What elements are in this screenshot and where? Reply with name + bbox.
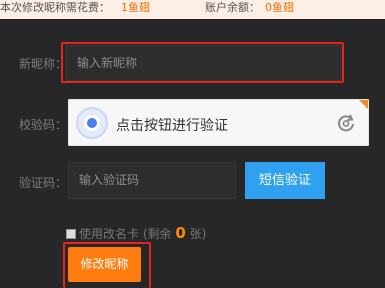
balance-label: 账户余额： <box>205 1 260 14</box>
code-input[interactable]: 输入验证码 <box>68 162 236 199</box>
captcha-target-icon <box>84 115 100 131</box>
captcha-verify-button[interactable] <box>76 107 108 139</box>
captcha-corner-mark <box>359 100 368 109</box>
rename-card-checkbox[interactable] <box>66 229 76 239</box>
captcha-prompt: 点击按钮进行验证 <box>116 118 228 134</box>
nickname-highlight <box>61 42 344 83</box>
fee-label: 本次修改昵称需花费： <box>0 1 110 14</box>
rename-card-option[interactable]: 使用改名卡 (剩余 0 张) <box>66 224 206 242</box>
submit-highlight <box>63 242 151 288</box>
nickname-label: 新昵称： <box>19 57 68 71</box>
refresh-icon[interactable] <box>336 113 356 133</box>
rename-card-text: 使用改名卡 (剩余 <box>79 227 172 241</box>
sms-verify-button[interactable]: 短信验证 <box>245 162 325 199</box>
balance-value: 0鱼翅 <box>265 1 294 14</box>
fee-value: 1鱼翅 <box>121 1 150 14</box>
fee-info-bar: 本次修改昵称需花费： 1鱼翅 账户余额： 0鱼翅 <box>0 0 385 19</box>
code-label: 验证码： <box>19 176 68 190</box>
rename-card-unit: 张) <box>189 227 207 241</box>
rename-card-count: 0 <box>175 224 186 242</box>
captcha-widget[interactable]: 点击按钮进行验证 <box>68 99 369 146</box>
captcha-label: 校验码： <box>19 118 68 132</box>
